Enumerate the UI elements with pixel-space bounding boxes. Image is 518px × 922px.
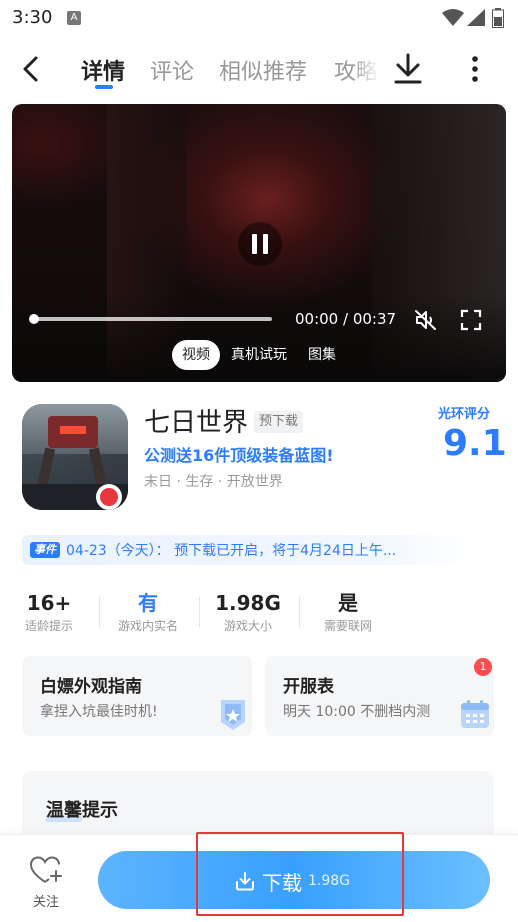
game-icon-art — [60, 426, 86, 434]
publisher-logo-icon — [100, 488, 118, 506]
event-text: 04-23（今天）： 预下载已开启，将于4月24日上午... — [66, 543, 397, 559]
game-tags: 末日 · 生存 · 开放世界 — [144, 474, 283, 490]
rating-value: 9.1 — [443, 423, 507, 464]
download-icon[interactable] — [392, 52, 424, 86]
highlight-box — [196, 832, 404, 916]
pause-icon — [252, 234, 257, 254]
tab-details[interactable]: 详情 — [81, 54, 125, 86]
stat-value: 16+ — [26, 591, 72, 615]
status-bar: 3:30 A — [0, 0, 518, 36]
video-time: 00:00 / 00:37 — [295, 310, 397, 328]
stat-size: 1.98G 游戏大小 — [200, 590, 296, 634]
game-icon — [22, 404, 128, 510]
promo-text[interactable]: 公测送16件顶级装备蓝图! — [144, 442, 334, 466]
card-server-schedule[interactable]: 开服表 明天 10:00 不删档内测 — [265, 656, 494, 736]
card-title: 白嫖外观指南 — [40, 677, 142, 697]
mute-icon[interactable] — [414, 309, 438, 331]
notification-badge: 1 — [474, 658, 492, 676]
media-tab-video[interactable]: 视频 — [172, 340, 220, 370]
stat-realname: 有 游戏内实名 — [100, 590, 196, 634]
follow-label: 关注 — [32, 895, 59, 910]
heart-plus-icon — [29, 856, 62, 883]
status-time: 3:30 — [12, 7, 53, 28]
more-icon[interactable] — [462, 54, 488, 84]
badge-icon — [221, 700, 245, 730]
video-progress-knob[interactable] — [29, 314, 39, 324]
tab-comments[interactable]: 评论 — [150, 54, 194, 86]
wifi-icon — [442, 9, 464, 26]
tab-fade — [352, 50, 380, 90]
game-title: 七日世界 — [144, 408, 249, 438]
stat-label: 游戏大小 — [223, 619, 272, 633]
follow-button[interactable]: 关注 — [26, 853, 66, 910]
notification-icon: A — [67, 11, 81, 25]
calendar-icon — [461, 700, 489, 728]
stat-value: 1.98G — [215, 591, 281, 615]
top-nav: 详情 评论 相似推荐 攻略 — [0, 44, 518, 96]
pause-button[interactable] — [238, 222, 282, 266]
event-banner[interactable]: 事件 04-23（今天）： 预下载已开启，将于4月24日上午... — [22, 535, 474, 565]
pause-icon — [263, 234, 268, 254]
signal-icon — [467, 9, 485, 26]
tab-similar[interactable]: 相似推荐 — [219, 54, 307, 86]
card-appearance-guide[interactable]: 白嫖外观指南 拿捏入坑最佳时机! — [22, 656, 252, 736]
event-tag: 事件 — [30, 542, 60, 558]
stat-label: 游戏内实名 — [117, 619, 178, 633]
video-progress-track[interactable] — [34, 317, 272, 321]
card-title: 开服表 — [283, 677, 334, 697]
card-subtitle: 拿捏入坑最佳时机! — [40, 704, 158, 720]
tips-title: 温馨提示 — [46, 800, 118, 821]
stat-label: 需要联网 — [323, 619, 372, 633]
media-tab-trial[interactable]: 真机试玩 — [231, 340, 287, 370]
publisher-logo-icon — [96, 484, 122, 510]
stat-label: 适龄提示 — [24, 619, 73, 633]
pre-download-badge: 预下载 — [254, 411, 304, 433]
stat-online: 是 需要联网 — [300, 590, 396, 634]
battery-icon — [492, 8, 504, 28]
video-player[interactable]: 00:00 / 00:37 视频 真机试玩 图集 — [12, 104, 506, 382]
card-subtitle: 明天 10:00 不删档内测 — [283, 704, 431, 720]
stat-value: 是 — [338, 591, 358, 615]
media-tab-gallery[interactable]: 图集 — [308, 340, 336, 370]
back-icon[interactable] — [16, 54, 46, 84]
tab-indicator — [95, 85, 113, 89]
stat-value: 有 — [138, 591, 158, 615]
rating-label: 光环评分 — [438, 407, 491, 422]
stat-age: 16+ 适龄提示 — [1, 590, 97, 634]
fullscreen-icon[interactable] — [460, 309, 482, 331]
